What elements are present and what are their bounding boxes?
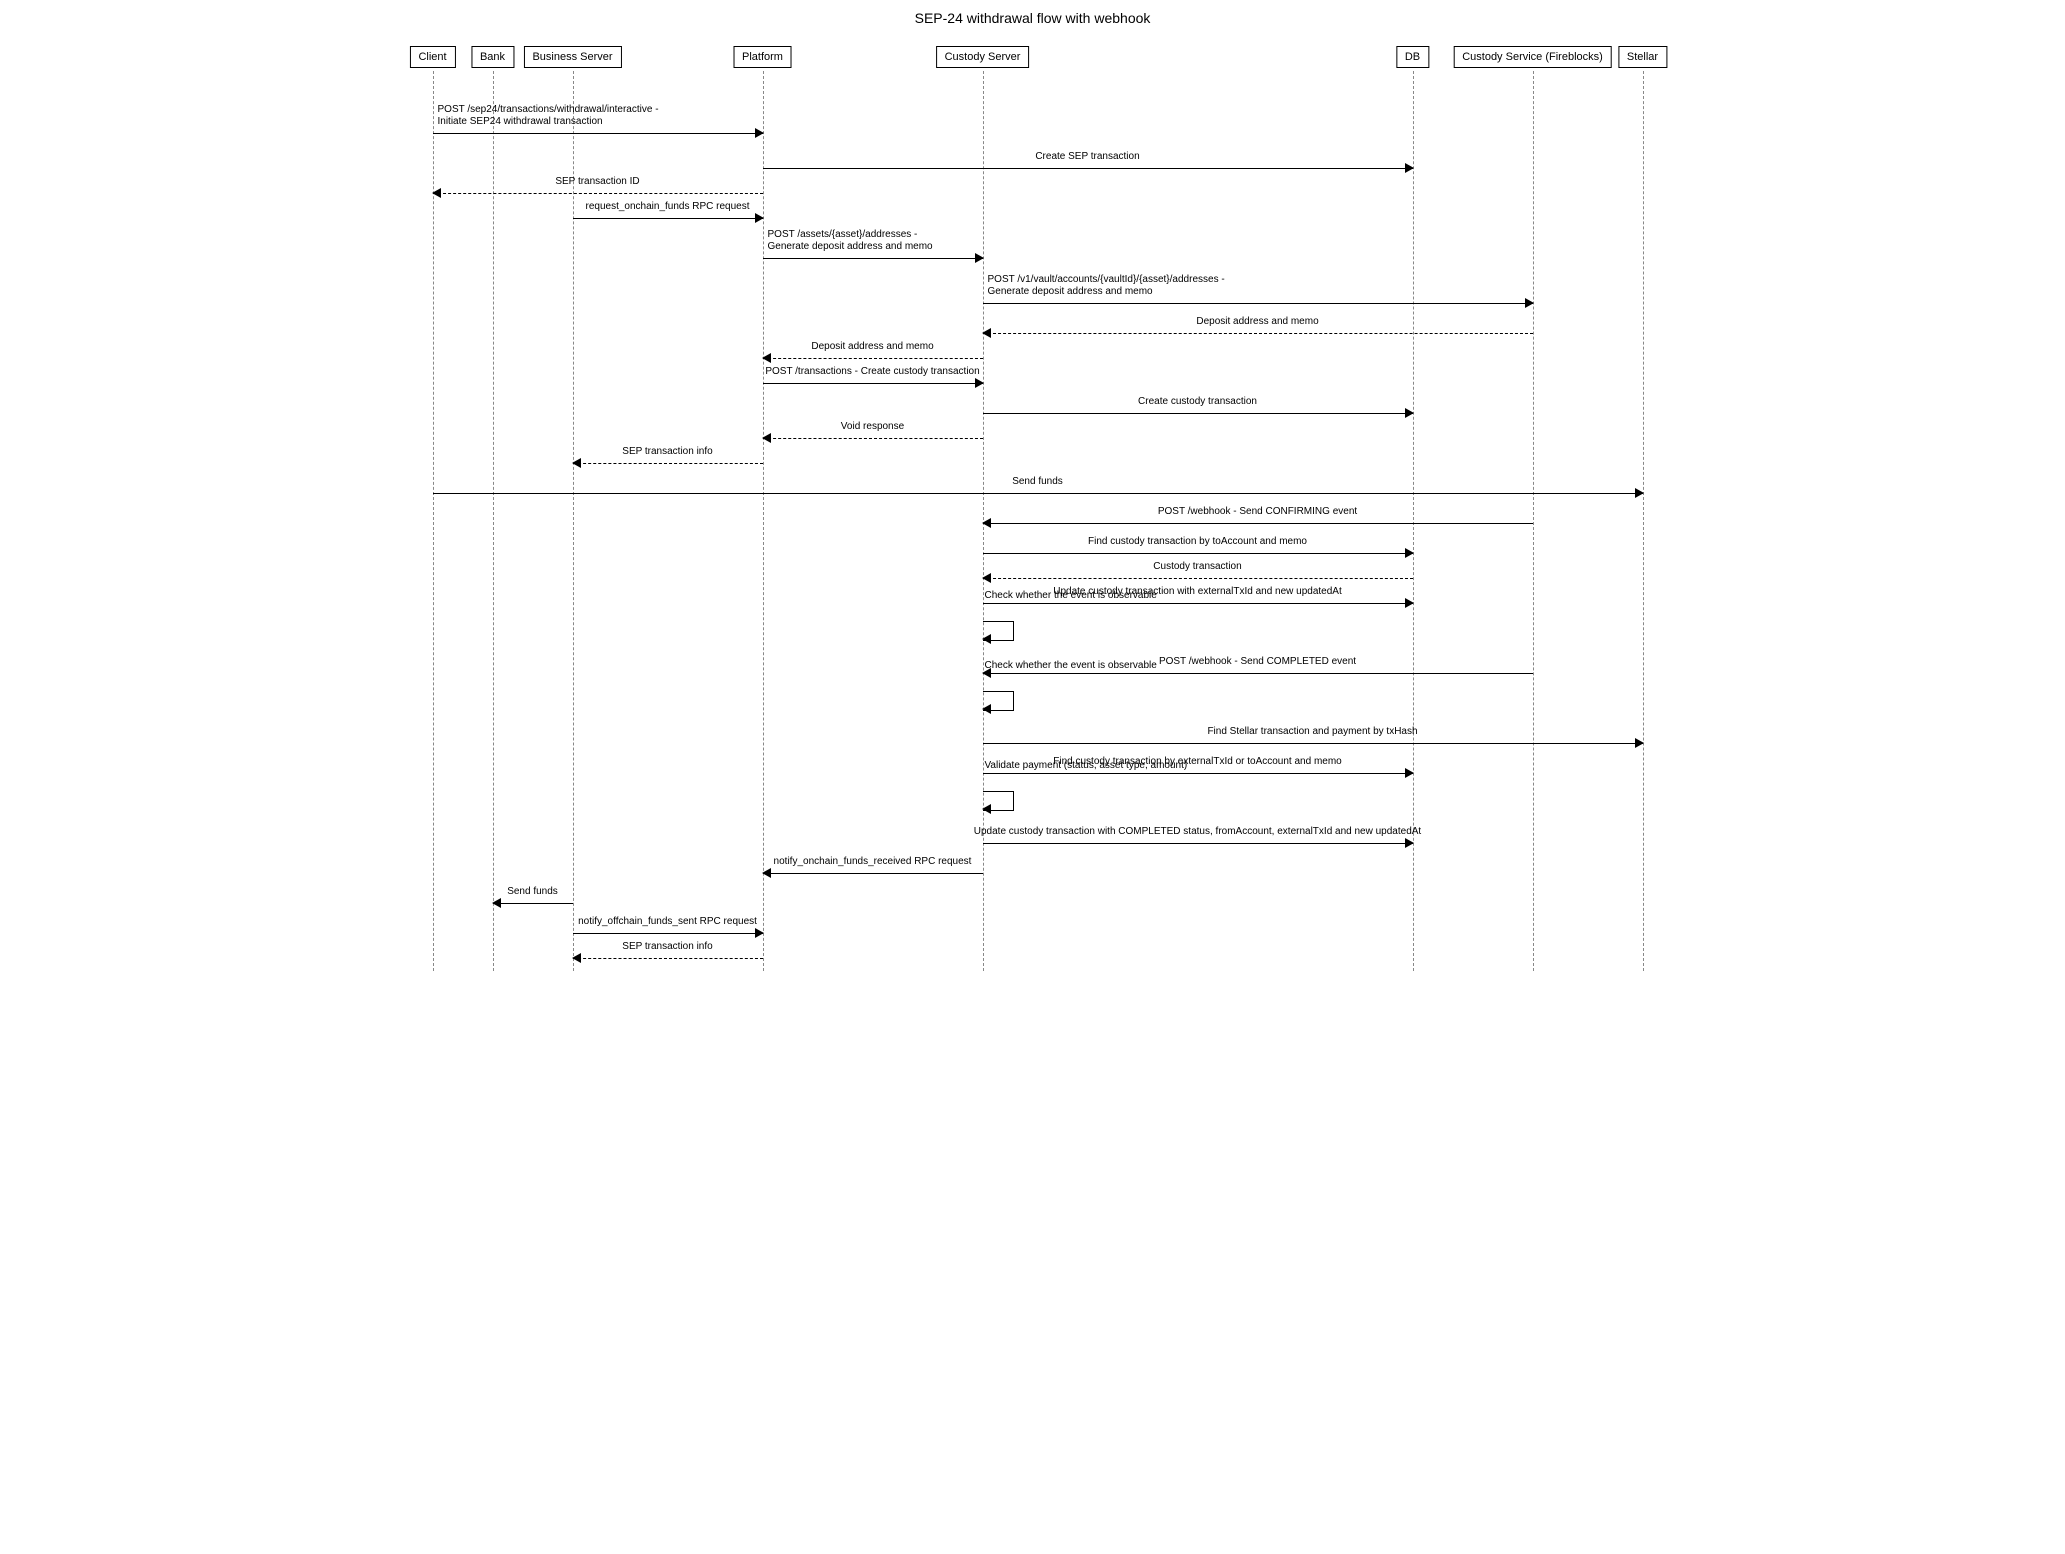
message-0: POST /sep24/transactions/withdrawal/inte… [433,126,763,140]
participant-platform: Platform [733,46,792,68]
message-10: Void response [763,431,983,445]
message-12: Send funds [433,486,1643,500]
message-6: Deposit address and memo [983,326,1533,340]
lifeline-bank [493,71,494,971]
message-9: Create custody transaction [983,406,1413,420]
lifeline-platform [763,71,764,971]
message-11: SEP transaction info [573,456,763,470]
message-25: Send funds [493,896,573,910]
message-15: Custody transaction [983,571,1413,585]
participant-fireblocks: Custody Service (Fireblocks) [1453,46,1612,68]
message-2: SEP transaction ID [433,186,763,200]
lifeline-business [573,71,574,971]
diagram-title: SEP-24 withdrawal flow with webhook [10,10,2055,26]
message-26: notify_offchain_funds_sent RPC request [573,926,763,940]
message-7: Deposit address and memo [763,351,983,365]
message-14: Find custody transaction by toAccount an… [983,546,1413,560]
message-1: Create SEP transaction [763,161,1413,175]
message-24: notify_onchain_funds_received RPC reques… [763,866,983,880]
message-4: POST /assets/{asset}/addresses - Generat… [763,251,983,265]
participant-db: DB [1396,46,1429,68]
participant-bank: Bank [471,46,514,68]
message-13: POST /webhook - Send CONFIRMING event [983,516,1533,530]
participant-custody: Custody Server [936,46,1030,68]
lifeline-client [433,71,434,971]
sequence-diagram: Client Bank Business Server Platform Custody… [403,36,1663,986]
message-8: POST /transactions - Create custody tran… [763,376,983,390]
participant-stellar: Stellar [1618,46,1667,68]
message-20: Find Stellar transaction and payment by … [983,736,1643,750]
message-23: Update custody transaction with COMPLETE… [983,836,1413,850]
lifeline-stellar [1643,71,1644,971]
participant-client: Client [409,46,455,68]
message-3: request_onchain_funds RPC request [573,211,763,225]
lifeline-fireblocks [1533,71,1534,971]
message-27: SEP transaction info [573,951,763,965]
message-5: POST /v1/vault/accounts/{vaultId}/{asset… [983,296,1533,310]
participant-business: Business Server [523,46,621,68]
